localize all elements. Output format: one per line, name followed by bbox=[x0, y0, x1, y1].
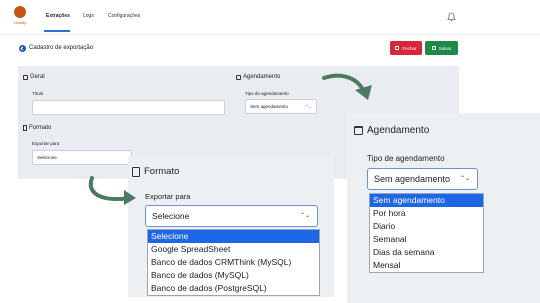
format-section-title: Formato bbox=[23, 125, 51, 131]
general-section-title: Geral bbox=[23, 74, 45, 80]
close-icon bbox=[395, 46, 400, 50]
format-card-select[interactable]: Selecione ⌃⌄ bbox=[145, 205, 318, 227]
format-option[interactable]: Banco de dados (PostgreSQL) bbox=[148, 282, 319, 295]
schedule-type-label: Tipo de agendamento bbox=[245, 91, 289, 96]
chevron-updown-icon: ⌃⌄ bbox=[299, 213, 310, 219]
schedule-card-title-text: Agendamento bbox=[367, 125, 430, 136]
close-button-label: Fechar bbox=[402, 45, 417, 51]
bell-icon[interactable] bbox=[447, 12, 456, 22]
general-icon bbox=[23, 74, 28, 80]
tab-logs[interactable]: Logs bbox=[83, 13, 94, 19]
schedule-card-select[interactable]: Sem agendamento ⌃⌄ bbox=[367, 168, 478, 190]
tab-extracoes[interactable]: Extrações bbox=[46, 13, 70, 19]
tab-configuracoes[interactable]: Configurações bbox=[108, 13, 140, 19]
curved-arrow-icon bbox=[88, 176, 136, 205]
schedule-zoom-card: Agendamento Tipo de agendamento Sem agen… bbox=[347, 113, 540, 303]
save-button-label: Salvar bbox=[438, 45, 452, 51]
back-icon[interactable] bbox=[19, 45, 26, 52]
format-card-export-label: Exportar para bbox=[145, 192, 191, 201]
logo-ball bbox=[14, 6, 26, 18]
schedule-card-type-label: Tipo de agendamento bbox=[367, 154, 445, 163]
format-option[interactable]: Selecione bbox=[148, 230, 319, 243]
export-select-value: Selecione bbox=[37, 155, 57, 160]
export-label: Exportar para bbox=[32, 141, 60, 146]
save-icon bbox=[431, 46, 436, 50]
curved-arrow-icon bbox=[322, 73, 372, 100]
save-button[interactable]: Salvar bbox=[425, 41, 458, 55]
format-option[interactable]: Banco de dados CRMThink (MySQL) bbox=[148, 256, 319, 269]
navbar-divider bbox=[0, 34, 540, 35]
export-select[interactable]: Selecione bbox=[32, 150, 132, 165]
general-section-label: Geral bbox=[30, 74, 45, 80]
schedule-option[interactable]: Dias da semana bbox=[370, 246, 483, 259]
logo-icon[interactable]: Leadfy bbox=[9, 6, 31, 28]
format-card-select-value: Selecione bbox=[152, 211, 190, 221]
chevron-updown-icon: ⌃⌄ bbox=[459, 176, 470, 182]
schedule-section-label: Agendamento bbox=[243, 74, 281, 80]
schedule-card-title: Agendamento bbox=[354, 125, 429, 136]
schedule-option[interactable]: Sem agendamento bbox=[370, 194, 483, 207]
format-option[interactable]: Google SpreadSheet bbox=[148, 243, 319, 256]
format-section-label: Formato bbox=[29, 125, 52, 131]
format-zoom-card: Formato Exportar para Selecione ⌃⌄ Selec… bbox=[128, 156, 334, 297]
schedule-option[interactable]: Por hora bbox=[370, 207, 483, 220]
schedule-option[interactable]: Semanal bbox=[370, 233, 483, 246]
title-label: Título bbox=[32, 91, 44, 96]
format-card-title-text: Formato bbox=[144, 166, 180, 177]
active-tab-indicator bbox=[44, 30, 70, 32]
schedule-card-select-value: Sem agendamento bbox=[374, 174, 451, 184]
schedule-type-select[interactable]: Sem agendamento ⌃⌄ bbox=[245, 99, 317, 114]
document-icon bbox=[23, 125, 27, 131]
top-navbar: Leadfy Extrações Logs Configurações bbox=[0, 0, 540, 34]
schedule-type-select-value: Sem agendamento bbox=[250, 104, 289, 109]
schedule-option[interactable]: Diario bbox=[370, 220, 483, 233]
schedule-dropdown[interactable]: Sem agendamento Por hora Diario Semanal … bbox=[369, 193, 484, 273]
page-title: Cadastro de exportação bbox=[29, 45, 94, 51]
format-dropdown[interactable]: Selecione Google SpreadSheet Banco de da… bbox=[147, 229, 320, 296]
close-button[interactable]: Fechar bbox=[390, 41, 422, 55]
logo-text: Leadfy bbox=[13, 20, 26, 25]
calendar-icon bbox=[354, 126, 363, 135]
title-input[interactable] bbox=[32, 100, 225, 115]
schedule-section-title: Agendamento bbox=[236, 74, 280, 80]
format-option[interactable]: Banco de dados (MySQL) bbox=[148, 269, 319, 282]
chevron-updown-icon: ⌃⌄ bbox=[305, 103, 312, 109]
calendar-icon bbox=[236, 74, 241, 80]
schedule-option[interactable]: Mensal bbox=[370, 259, 483, 272]
